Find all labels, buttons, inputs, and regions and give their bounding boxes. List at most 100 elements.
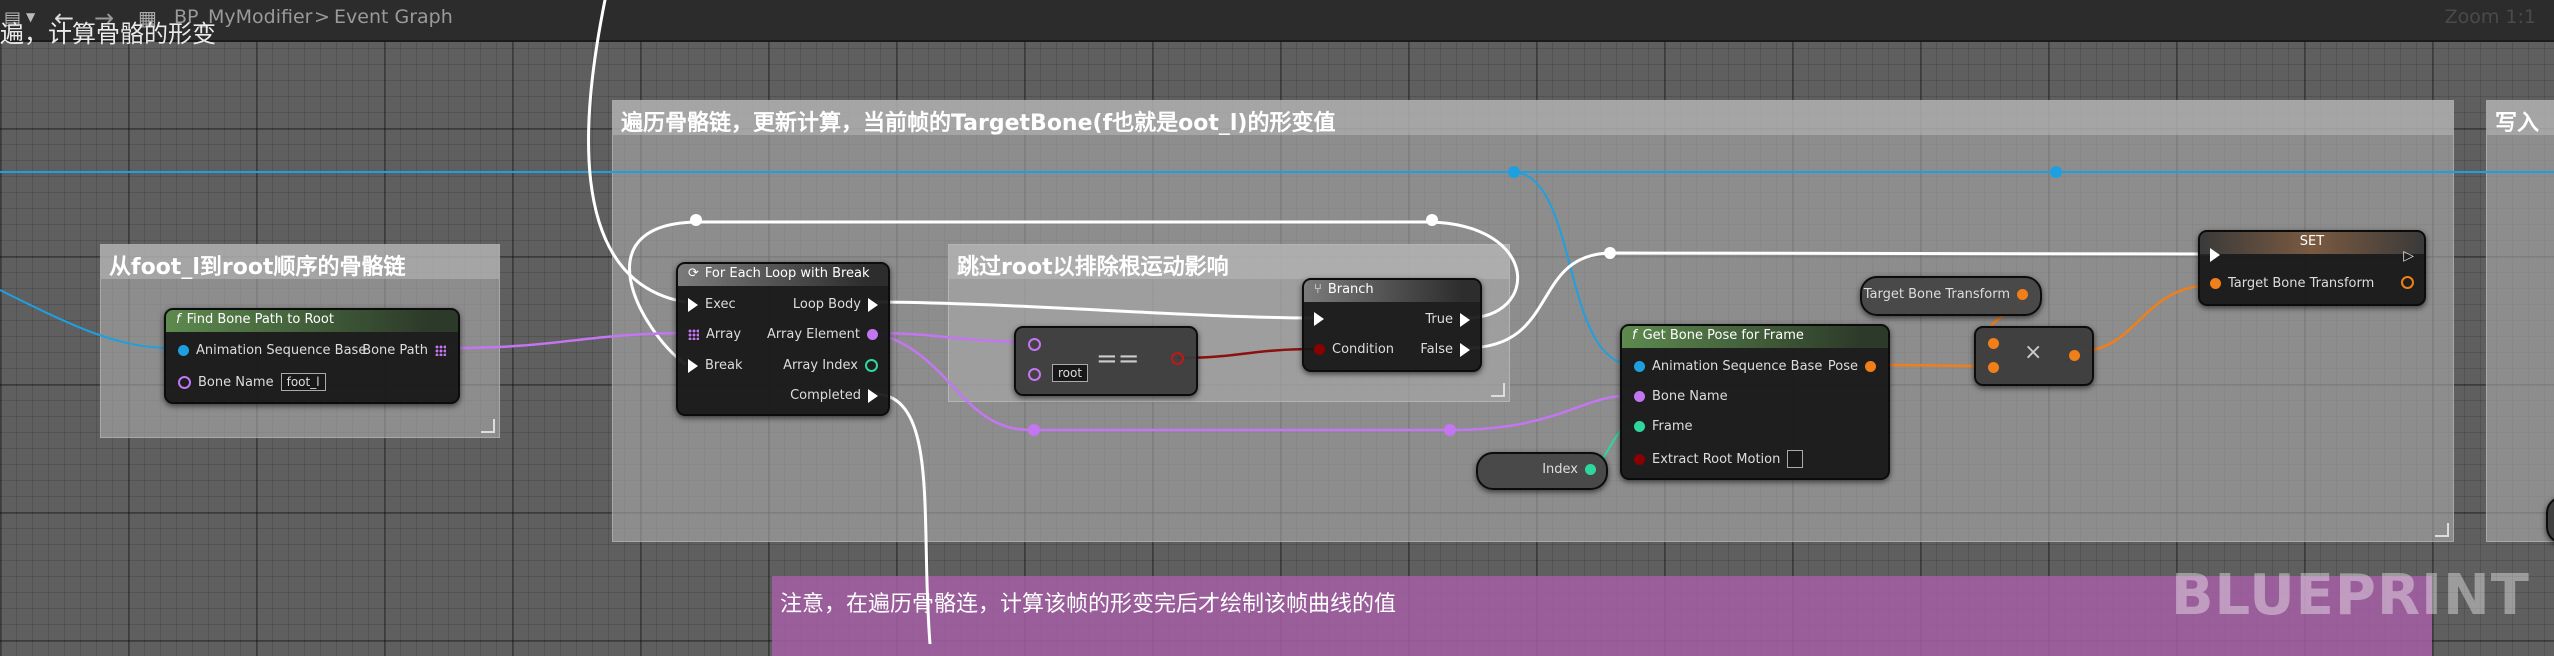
- object-pin-icon: [178, 345, 189, 356]
- pin-label: Bone Name: [1652, 389, 1728, 404]
- reroute-knot: [1604, 247, 1616, 259]
- reroute-knot: [1426, 214, 1438, 226]
- pin-frame[interactable]: Frame: [1634, 419, 1693, 434]
- pin-exec-out[interactable]: ▷: [2386, 248, 2414, 264]
- pin-condition[interactable]: Condition: [1314, 342, 1394, 357]
- node-header: f Find Bone Path to Root: [166, 310, 458, 332]
- node-find-bone-path[interactable]: f Find Bone Path to Root Animation Sequen…: [164, 308, 460, 404]
- pin-label: Completed: [790, 388, 861, 403]
- pin-loop-body[interactable]: Loop Body: [793, 297, 878, 312]
- reroute-knot: [1444, 424, 1456, 436]
- reroute-knot: [1028, 424, 1040, 436]
- pin-pose[interactable]: Pose: [1828, 359, 1876, 374]
- node-for-each-loop[interactable]: ⟳ For Each Loop with Break Exec Array Bre…: [676, 262, 890, 416]
- function-icon: f: [176, 312, 181, 327]
- bool-wire-condition: [1176, 347, 1318, 360]
- pin-bone-path[interactable]: Bone Path: [362, 343, 446, 358]
- pin-label: Loop Body: [792, 297, 861, 312]
- pin-anim-sequence[interactable]: Animation Sequence Base: [178, 343, 366, 358]
- pin-exec-in[interactable]: [1314, 312, 1324, 326]
- pin-label: Index: [1542, 462, 1578, 477]
- pin-index[interactable]: Index: [1542, 462, 1596, 477]
- node-index-getter[interactable]: Index: [1476, 452, 1608, 490]
- pin-target-bone[interactable]: Target Bone Transform: [2210, 276, 2374, 291]
- object-wire-getpose: [1511, 171, 1635, 366]
- pin-label: Bone Name: [198, 374, 274, 390]
- node-title: Get Bone Pose for Frame: [1642, 328, 1804, 343]
- pin-anim-sequence[interactable]: Animation Sequence Base: [1634, 359, 1822, 374]
- name-pin-icon: [178, 375, 191, 389]
- exec-pin-icon: [868, 388, 878, 403]
- function-icon: f: [1632, 328, 1637, 343]
- reroute-knot: [1508, 166, 1520, 178]
- struct-pin-icon: [2017, 289, 2028, 300]
- int-pin-icon: [1634, 421, 1645, 432]
- node-target-bone-getter[interactable]: Target Bone Transform: [1860, 276, 2042, 316]
- node-get-bone-pose[interactable]: f Get Bone Pose for Frame Animation Seque…: [1620, 324, 1890, 480]
- node-multiply[interactable]: ×: [1974, 326, 2094, 386]
- struct-wire-set: [2073, 283, 2216, 354]
- multiply-operator: ×: [2024, 340, 2043, 365]
- equals-operator: ==: [1096, 344, 1140, 374]
- pin-false[interactable]: False: [1420, 342, 1470, 357]
- pin-target-bone[interactable]: Target Bone Transform: [1864, 287, 2028, 302]
- compare-value-input[interactable]: root: [1052, 364, 1089, 382]
- pin-exec-in[interactable]: Exec: [688, 297, 736, 312]
- node-title: For Each Loop with Break: [704, 266, 870, 281]
- int-pin-icon: [1585, 464, 1596, 475]
- node-title: Branch: [1327, 282, 1374, 297]
- name-wire-bonepath: [450, 331, 687, 350]
- blueprint-watermark: BLUEPRINT: [2170, 563, 2530, 628]
- struct-pin-icon[interactable]: [1988, 338, 1999, 349]
- bool-pin-icon[interactable]: [1171, 352, 1184, 365]
- node-equals[interactable]: root ==: [1014, 326, 1198, 396]
- struct-pin-icon: [2210, 278, 2221, 289]
- name-pin-icon: [867, 329, 878, 340]
- pin-break[interactable]: Break: [688, 358, 742, 373]
- exec-pin-icon: [1460, 312, 1470, 327]
- array-pin-icon: [435, 345, 446, 356]
- pin-array-element[interactable]: Array Element: [767, 327, 878, 342]
- pin-label: Array Element: [767, 327, 860, 342]
- name-pin-icon[interactable]: [1028, 368, 1041, 381]
- struct-pin-icon: [2401, 276, 2414, 289]
- pin-label: Exec: [705, 297, 736, 312]
- pin-label: Frame: [1652, 419, 1693, 434]
- pin-target-bone-out[interactable]: [2401, 276, 2414, 289]
- pin-array[interactable]: Array: [688, 327, 741, 342]
- pin-label: Extract Root Motion: [1652, 451, 1781, 467]
- pin-label: Break: [705, 358, 743, 373]
- node-branch[interactable]: ⑂ Branch Condition True False: [1302, 278, 1482, 372]
- node-header: ⟳ For Each Loop with Break: [678, 264, 888, 286]
- struct-pin-icon[interactable]: [2069, 350, 2080, 361]
- pin-extract-root-motion[interactable]: Extract Root Motion: [1634, 450, 1804, 468]
- exec-pin-icon: [2386, 249, 2396, 263]
- pin-label: True: [1425, 312, 1453, 327]
- node-header: f Get Bone Pose for Frame: [1622, 326, 1888, 348]
- object-pin-icon: [1634, 361, 1645, 372]
- pin-exec-in[interactable]: [2210, 248, 2220, 262]
- pin-completed[interactable]: Completed: [790, 388, 878, 403]
- exec-wire-loopbody: [872, 300, 1314, 320]
- pin-bone-name[interactable]: Bone Name: [1634, 389, 1728, 404]
- name-pin-icon: [1634, 391, 1645, 402]
- pin-label: Animation Sequence Base: [196, 343, 367, 358]
- name-wire-bonename: [872, 331, 1636, 432]
- pin-array-index[interactable]: Array Index: [783, 358, 878, 373]
- name-pin-icon[interactable]: [1028, 338, 1041, 351]
- node-set-target-bone[interactable]: SET ▷ Target Bone Transform: [2198, 230, 2426, 306]
- reroute-knot: [2050, 166, 2062, 178]
- pin-label: Bone Path: [362, 343, 428, 358]
- bone-name-input[interactable]: foot_l: [280, 373, 326, 391]
- root-motion-checkbox[interactable]: [1787, 450, 1804, 468]
- pin-true[interactable]: True: [1425, 312, 1470, 327]
- int-pin-icon: [865, 359, 878, 372]
- exec-wire-completed: [872, 392, 932, 644]
- exec-pin-icon: [2210, 248, 2220, 262]
- pin-label: Array: [706, 327, 742, 342]
- bool-pin-icon: [1314, 344, 1325, 355]
- pin-bone-name[interactable]: Bone Name foot_l: [178, 373, 326, 391]
- branch-icon: ⑂: [1314, 282, 1322, 297]
- struct-pin-icon[interactable]: [1988, 362, 1999, 373]
- exec-pin-icon: [1460, 342, 1470, 357]
